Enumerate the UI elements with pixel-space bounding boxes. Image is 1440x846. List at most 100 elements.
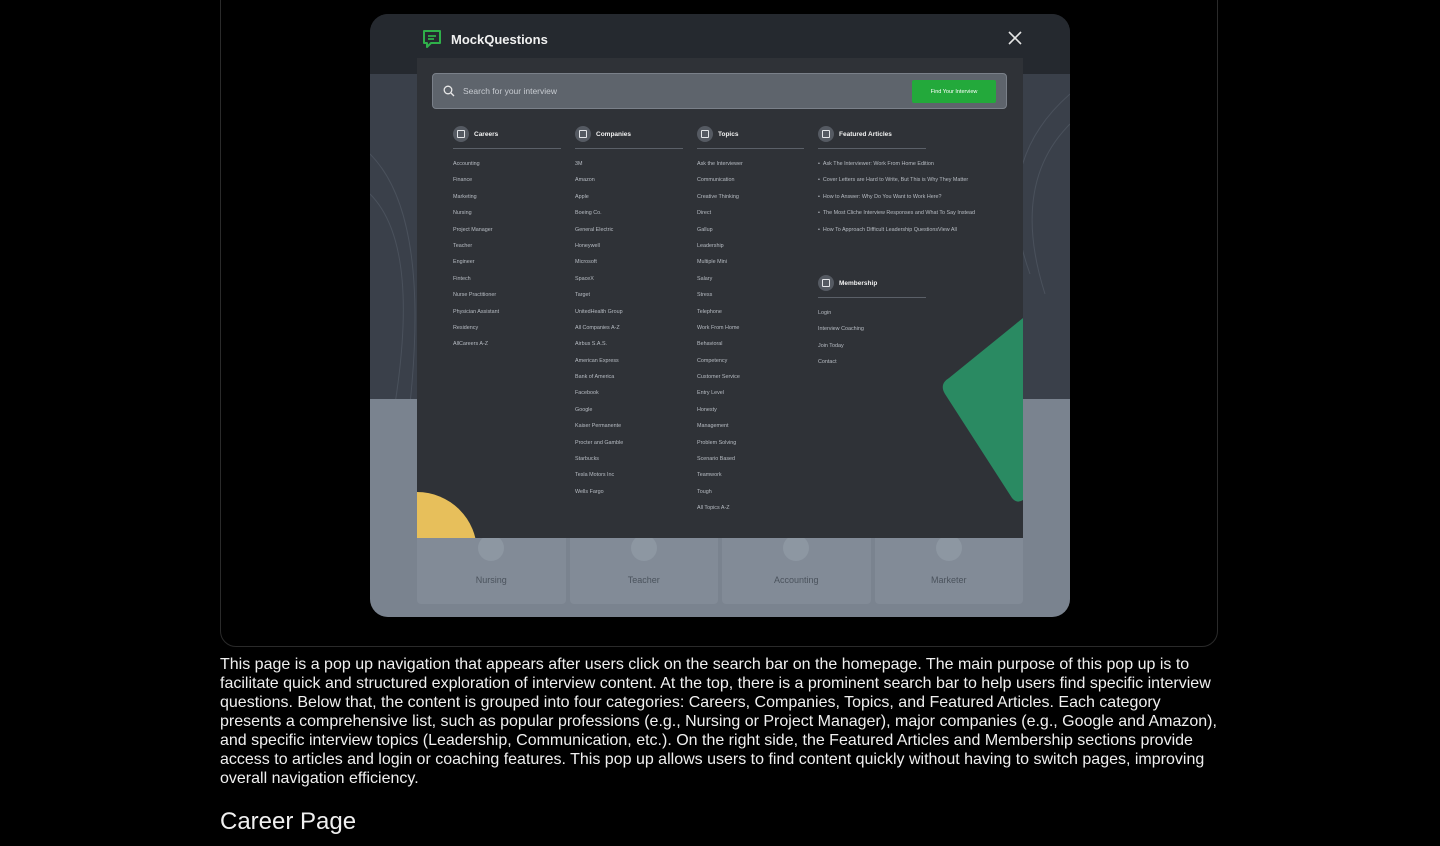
career-link[interactable]: AllCareers A-Z <box>453 336 561 352</box>
membership-link[interactable]: Login <box>818 305 926 321</box>
topic-icon <box>697 126 713 142</box>
article-link[interactable]: Cover Letters are Hard to Write, But Thi… <box>818 172 968 188</box>
career-link[interactable]: Accounting <box>453 156 561 172</box>
bg-card: Accounting <box>722 529 871 604</box>
find-interview-button[interactable]: Find Your Interview <box>912 80 996 103</box>
company-link[interactable]: Target <box>575 287 683 303</box>
topic-link[interactable]: Scenario Based <box>697 451 804 467</box>
company-link[interactable]: 3M <box>575 156 683 172</box>
membership-link[interactable]: Join Today <box>818 338 926 354</box>
topic-link[interactable]: Customer Service <box>697 369 804 385</box>
article-link[interactable]: Ask The Interviewer: Work From Home Edit… <box>818 156 934 172</box>
close-icon[interactable] <box>1008 31 1022 45</box>
career-link[interactable]: Finance <box>453 172 561 188</box>
company-link[interactable]: Wells Fargo <box>575 484 683 500</box>
article-link[interactable]: How To Approach Difficult Leadership Que… <box>818 222 957 238</box>
decorative-yellow-shape <box>417 492 477 538</box>
briefcase-icon <box>453 126 469 142</box>
company-link[interactable]: SpaceX <box>575 271 683 287</box>
search-input[interactable]: Search for your interview <box>463 86 557 96</box>
topic-link[interactable]: Salary <box>697 271 804 287</box>
topic-link[interactable]: Communication <box>697 172 804 188</box>
topic-link[interactable]: Teamwork <box>697 467 804 483</box>
career-link[interactable]: Marketing <box>453 189 561 205</box>
company-link[interactable]: American Express <box>575 353 683 369</box>
company-link[interactable]: Boeing Co. <box>575 205 683 221</box>
section-heading: Career Page <box>220 808 357 835</box>
membership-link[interactable]: Contact <box>818 354 926 370</box>
company-link[interactable]: General Electric <box>575 222 683 238</box>
company-link[interactable]: Kaiser Permanente <box>575 418 683 434</box>
topic-link[interactable]: Tough <box>697 484 804 500</box>
careers-list: Accounting Finance Marketing Nursing Project… <box>453 156 561 353</box>
search-bar[interactable]: Search for your interview Find Your Inte… <box>432 73 1007 109</box>
topic-link[interactable]: Ask the Interviewer <box>697 156 804 172</box>
topics-header: Topics <box>697 125 804 149</box>
article-link[interactable]: The Most Cliche Interview Responses and … <box>818 205 975 221</box>
navigation-popup: Search for your interview Find Your Inte… <box>417 58 1023 538</box>
careers-column: Careers Accounting Finance Marketing Nursin… <box>453 125 561 353</box>
description-paragraph: This page is a pop up navigation that ap… <box>220 656 1217 787</box>
topic-link[interactable]: Multiple Mini <box>697 254 804 270</box>
company-link[interactable]: UnitedHealth Group <box>575 304 683 320</box>
topic-link[interactable]: Work From Home <box>697 320 804 336</box>
article-link[interactable]: How to Answer: Why Do You Want to Work H… <box>818 189 942 205</box>
brand[interactable]: MockQuestions <box>421 28 548 50</box>
search-icon <box>443 85 455 97</box>
building-icon <box>575 126 591 142</box>
topics-column: Topics Ask the Interviewer Communication C… <box>697 125 804 517</box>
career-link[interactable]: Teacher <box>453 238 561 254</box>
featured-list: Ask The Interviewer: Work From Home Edit… <box>818 156 975 238</box>
career-link[interactable]: Engineer <box>453 254 561 270</box>
topic-link[interactable]: Management <box>697 418 804 434</box>
bg-card: Marketer <box>874 529 1023 604</box>
background-category-cards: Nursing Teacher Accounting Marketer <box>417 529 1023 604</box>
topic-link[interactable]: Behavioral <box>697 336 804 352</box>
chat-logo-icon <box>423 30 441 48</box>
companies-list: 3M Amazon Apple Boeing Co. General Electric H… <box>575 156 683 500</box>
topic-link[interactable]: Entry Level <box>697 385 804 401</box>
career-link[interactable]: Nursing <box>453 205 561 221</box>
company-link[interactable]: Tesla Motors Inc <box>575 467 683 483</box>
company-link[interactable]: Bank of America <box>575 369 683 385</box>
topic-link[interactable]: Competency <box>697 353 804 369</box>
topic-link[interactable]: Creative Thinking <box>697 189 804 205</box>
featured-header: Featured Articles <box>818 125 926 149</box>
topic-link[interactable]: Problem Solving <box>697 435 804 451</box>
topic-link[interactable]: Stress <box>697 287 804 303</box>
bg-card: Teacher <box>569 529 718 604</box>
membership-link[interactable]: Interview Coaching <box>818 321 926 337</box>
career-link[interactable]: Fintech <box>453 271 561 287</box>
career-link[interactable]: Physician Assistant <box>453 304 561 320</box>
company-link[interactable]: Airbus S.A.S. <box>575 336 683 352</box>
company-link[interactable]: Google <box>575 402 683 418</box>
featured-articles-column: Featured Articles Ask The Interviewer: W… <box>818 125 975 238</box>
membership-header: Membership <box>818 274 926 298</box>
career-link[interactable]: Nurse Practitioner <box>453 287 561 303</box>
topic-link[interactable]: Leadership <box>697 238 804 254</box>
topic-link[interactable]: Telephone <box>697 304 804 320</box>
company-link[interactable]: Procter and Gamble <box>575 435 683 451</box>
device-screen: Nursing Teacher Accounting Marketer Mock… <box>370 14 1070 617</box>
membership-icon <box>818 275 834 291</box>
careers-header: Careers <box>453 125 561 149</box>
topic-link[interactable]: All Topics A-Z <box>697 500 804 516</box>
article-icon <box>818 126 834 142</box>
company-link[interactable]: Amazon <box>575 172 683 188</box>
topic-link[interactable]: Gallup <box>697 222 804 238</box>
company-link[interactable]: Starbucks <box>575 451 683 467</box>
company-link[interactable]: Apple <box>575 189 683 205</box>
companies-column: Companies 3M Amazon Apple Boeing Co. General… <box>575 125 683 500</box>
company-link[interactable]: All Companies A-Z <box>575 320 683 336</box>
topics-list: Ask the Interviewer Communication Creative… <box>697 156 804 517</box>
membership-column: Membership Login Interview Coaching Join T… <box>818 274 926 371</box>
topic-link[interactable]: Direct <box>697 205 804 221</box>
membership-list: Login Interview Coaching Join Today Contact <box>818 305 926 371</box>
career-link[interactable]: Residency <box>453 320 561 336</box>
company-link[interactable]: Facebook <box>575 385 683 401</box>
topic-link[interactable]: Honesty <box>697 402 804 418</box>
career-link[interactable]: Project Manager <box>453 222 561 238</box>
bg-card: Nursing <box>417 529 566 604</box>
company-link[interactable]: Microsoft <box>575 254 683 270</box>
company-link[interactable]: Honeywell <box>575 238 683 254</box>
